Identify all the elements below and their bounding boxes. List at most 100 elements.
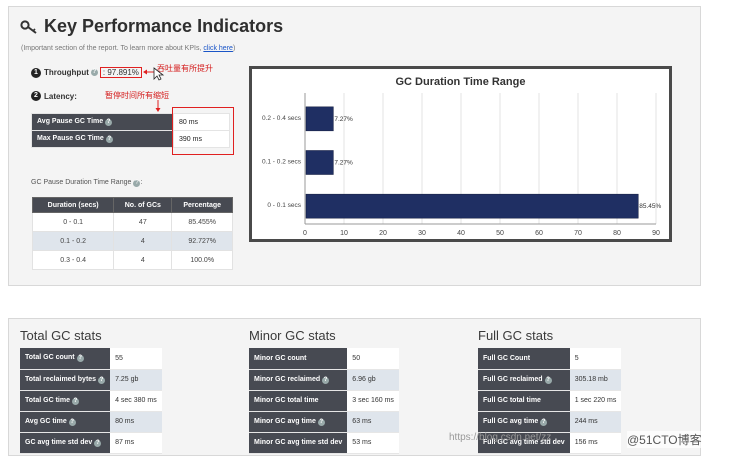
kpi-subtitle: (Important section of the report. To lea… — [21, 45, 235, 52]
stat-value: 55 — [110, 348, 162, 370]
table-cell: 47 — [113, 212, 173, 232]
stat-label: Total GC count? — [20, 348, 111, 370]
table-row: GC avg time std dev? 87 ms — [20, 432, 162, 454]
duration-range-table: Duration (secs) No. of GCs Percentage 0 … — [31, 197, 233, 270]
table-row: Full GC total time 1 sec 220 ms — [478, 390, 622, 412]
table-row: Total reclaimed bytes? 7.25 gb — [20, 369, 162, 391]
chart-x-tick-label: 30 — [418, 230, 426, 237]
highlight-box — [172, 107, 234, 155]
col-header-count: No. of GCs — [113, 197, 173, 213]
chart-data-label: 7.27% — [334, 160, 353, 167]
chart-x-tick-label: 90 — [652, 230, 660, 237]
table-row: 0.3 - 0.4 4 100.0% — [31, 250, 233, 270]
help-icon[interactable]: ? — [540, 418, 548, 426]
chart-bar — [305, 193, 639, 219]
stat-label: Full GC Count — [478, 348, 570, 370]
throughput-row: 1 Throughput ? : 97.891% — [31, 67, 142, 78]
table-row: Minor GC total time 3 sec 160 ms — [249, 390, 399, 412]
gc-stats-panel: Total GC stats Total GC count? 55 Total r… — [8, 318, 702, 456]
chart-x-tick-label: 60 — [535, 230, 543, 237]
stat-label: Full GC reclaimed? — [478, 369, 570, 391]
help-icon[interactable]: ? — [98, 376, 106, 384]
table-row: Minor GC reclaimed? 6.96 gb — [249, 369, 399, 391]
table-row: Total GC time? 4 sec 380 ms — [20, 390, 162, 412]
total-gc-stats-title: Total GC stats — [20, 328, 102, 343]
max-pause-label: Max Pause GC Time? — [31, 130, 174, 148]
chart-category-label: 0.1 - 0.2 secs — [262, 159, 302, 166]
stat-value: 305.18 mb — [569, 369, 622, 391]
click-here-link[interactable]: click here — [203, 45, 233, 52]
stat-label: Minor GC avg time std dev — [249, 432, 348, 454]
stat-label: Total reclaimed bytes? — [20, 369, 111, 391]
chart-data-label: 7.27% — [334, 116, 353, 123]
stat-label: GC avg time std dev? — [20, 432, 111, 454]
stat-value: 63 ms — [347, 411, 399, 433]
table-row: Minor GC avg time? 63 ms — [249, 411, 399, 433]
table-row: Minor GC avg time std dev 53 ms — [249, 432, 399, 454]
table-cell: 0.3 - 0.4 — [31, 250, 115, 270]
stat-value: 1 sec 220 ms — [569, 390, 622, 412]
help-icon[interactable]: ? — [76, 355, 84, 363]
chart-bar — [305, 106, 334, 132]
watermark-brand: @51CTO博客 — [627, 431, 702, 448]
stat-value: 6.96 gb — [347, 369, 399, 391]
chart-category-label: 0.2 - 0.4 secs — [262, 115, 302, 122]
throughput-value: : 97.891% — [99, 67, 142, 78]
chart-x-tick-label: 0 — [303, 230, 307, 237]
latency-number-badge: 2 — [31, 91, 41, 101]
latency-label: Latency: — [44, 91, 77, 101]
table-row: 0.1 - 0.2 4 92.727% — [31, 231, 233, 251]
help-icon[interactable]: ? — [71, 397, 79, 405]
chart-x-tick-label: 50 — [496, 230, 504, 237]
help-icon[interactable]: ? — [544, 376, 552, 384]
table-row: 0 - 0.1 47 85.455% — [31, 212, 233, 232]
table-cell: 0 - 0.1 — [31, 212, 115, 232]
help-icon[interactable]: ? — [94, 439, 102, 447]
watermark-url: https://blog.csdn.net/zz — [449, 432, 552, 443]
chart-data-label: 85.45% — [639, 203, 661, 210]
stat-value: 4 sec 380 ms — [110, 390, 162, 412]
table-cell: 4 — [113, 231, 173, 251]
table-cell: 100.0% — [171, 250, 233, 270]
help-icon[interactable]: ? — [105, 119, 113, 126]
chart-category-label: 0 - 0.1 secs — [267, 202, 301, 209]
stat-value: 7.25 gb — [110, 369, 162, 391]
chart-svg: GC Duration Time Range 0 10 20 30 40 50 60 70 80 9… — [262, 76, 662, 237]
stat-value: 156 ms — [569, 432, 622, 454]
stat-label: Minor GC total time — [249, 390, 348, 412]
throughput-label: Throughput — [44, 68, 89, 77]
key-icon — [20, 19, 37, 34]
chart-title: GC Duration Time Range — [396, 76, 526, 88]
latency-row: 2 Latency: — [31, 91, 77, 101]
table-cell: 92.727% — [171, 231, 233, 251]
stat-value: 244 ms — [569, 411, 622, 433]
kpi-panel: Key Performance Indicators (Important se… — [8, 6, 701, 286]
stat-label: Minor GC avg time? — [249, 411, 348, 433]
col-header-percentage: Percentage — [171, 197, 233, 213]
table-row: Full GC reclaimed? 305.18 mb — [478, 369, 622, 391]
help-icon[interactable]: ? — [105, 136, 113, 143]
full-gc-stats-title: Full GC stats — [478, 328, 554, 343]
stat-label: Full GC avg time? — [478, 411, 570, 433]
mouse-cursor-icon — [153, 67, 165, 81]
minor-gc-stats-title: Minor GC stats — [249, 328, 336, 343]
chart-x-tick-label: 70 — [574, 230, 582, 237]
help-icon[interactable]: ? — [68, 418, 76, 426]
help-icon[interactable]: ? — [322, 376, 330, 384]
stat-value: 50 — [347, 348, 399, 370]
chart-x-tick-label: 10 — [340, 230, 348, 237]
stat-value: 80 ms — [110, 411, 162, 433]
stat-label: Minor GC reclaimed? — [249, 369, 348, 391]
throughput-number-badge: 1 — [31, 67, 41, 78]
stat-label: Minor GC count — [249, 348, 348, 370]
minor-gc-stats-table: Minor GC count 50 Minor GC reclaimed? 6.96… — [249, 348, 399, 454]
table-row: Total GC count? 55 — [20, 348, 162, 370]
avg-pause-label: Avg Pause GC Time? — [31, 113, 174, 131]
help-icon[interactable]: ? — [90, 69, 98, 76]
help-icon[interactable]: ? — [317, 418, 325, 426]
table-row: Minor GC count 50 — [249, 348, 399, 370]
kpi-title-row: Key Performance Indicators — [20, 16, 283, 37]
chart-x-tick-label: 40 — [457, 230, 465, 237]
table-cell: 0.1 - 0.2 — [31, 231, 115, 251]
chart-bar — [305, 150, 334, 175]
